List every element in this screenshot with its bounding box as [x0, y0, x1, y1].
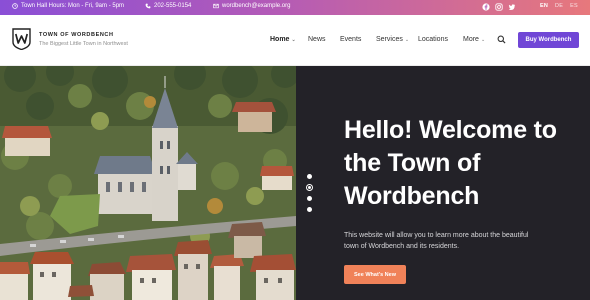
buy-wordbench-button[interactable]: Buy Wordbench — [518, 32, 579, 48]
twitter-icon[interactable] — [508, 3, 516, 11]
nav-services[interactable]: Services ⌄ — [376, 36, 409, 43]
facebook-icon[interactable] — [482, 3, 490, 11]
town-photo-illustration — [0, 66, 296, 300]
lang-en[interactable]: EN — [540, 3, 548, 9]
slide-dot-1[interactable] — [307, 174, 312, 179]
brand-title[interactable]: TOWN OF WORDBENCH — [39, 32, 114, 38]
nav-events-label: Events — [340, 36, 362, 43]
hours-item: Town Hall Hours: Mon - Fri, 9am - 5pm — [12, 3, 124, 9]
nav-home[interactable]: Home ⌄ — [270, 36, 296, 43]
nav-home-label: Home — [270, 36, 290, 43]
lang-es[interactable]: ES — [570, 3, 578, 9]
nav-events[interactable]: Events — [340, 36, 361, 43]
email-text[interactable]: wordbench@example.org — [222, 3, 290, 9]
phone-item[interactable]: 202-555-0154 — [145, 3, 191, 9]
headline-hello: Hello! — [344, 116, 413, 144]
phone-icon — [145, 3, 151, 9]
brand-tagline: The Biggest Little Town in Northwest — [39, 41, 128, 47]
top-info-bar: Town Hall Hours: Mon - Fri, 9am - 5pm 20… — [0, 0, 590, 15]
site-header: TOWN OF WORDBENCH The Biggest Little Tow… — [0, 15, 590, 66]
email-item[interactable]: wordbench@example.org — [213, 3, 290, 9]
nav-locations[interactable]: Locations — [418, 36, 448, 43]
nav-services-label: Services — [376, 36, 403, 43]
phone-text[interactable]: 202-555-0154 — [154, 3, 191, 9]
chevron-down-icon: ⌄ — [404, 36, 410, 43]
language-switcher: EN DE ES — [540, 3, 578, 9]
nav-news[interactable]: News — [308, 36, 326, 43]
town-logo-icon[interactable] — [12, 28, 31, 50]
chevron-down-icon: ⌄ — [291, 36, 296, 43]
hero-town-image — [0, 66, 296, 300]
nav-more-label: More — [463, 36, 479, 43]
slide-dot-2-active[interactable] — [306, 184, 313, 191]
search-icon[interactable] — [497, 35, 506, 44]
nav-locations-label: Locations — [418, 36, 448, 43]
nav-more[interactable]: More ⌄ — [463, 36, 485, 43]
lang-de[interactable]: DE — [555, 3, 563, 9]
chevron-down-icon: ⌄ — [480, 36, 486, 43]
instagram-icon[interactable] — [495, 3, 503, 11]
hero-headline: Hello! Welcome to the Town of Wordbench — [344, 114, 574, 213]
social-links — [482, 3, 516, 11]
mail-icon — [213, 3, 219, 9]
hero-description: This website will allow you to learn mor… — [344, 232, 529, 250]
slide-dot-4[interactable] — [307, 207, 312, 212]
see-whats-new-button[interactable]: See What's New — [344, 265, 406, 284]
hours-text: Town Hall Hours: Mon - Fri, 9am - 5pm — [21, 3, 125, 9]
nav-news-label: News — [308, 36, 326, 43]
slide-dot-3[interactable] — [307, 196, 312, 201]
headline-town-name: Wordbench — [344, 182, 480, 210]
clock-icon — [12, 3, 18, 9]
